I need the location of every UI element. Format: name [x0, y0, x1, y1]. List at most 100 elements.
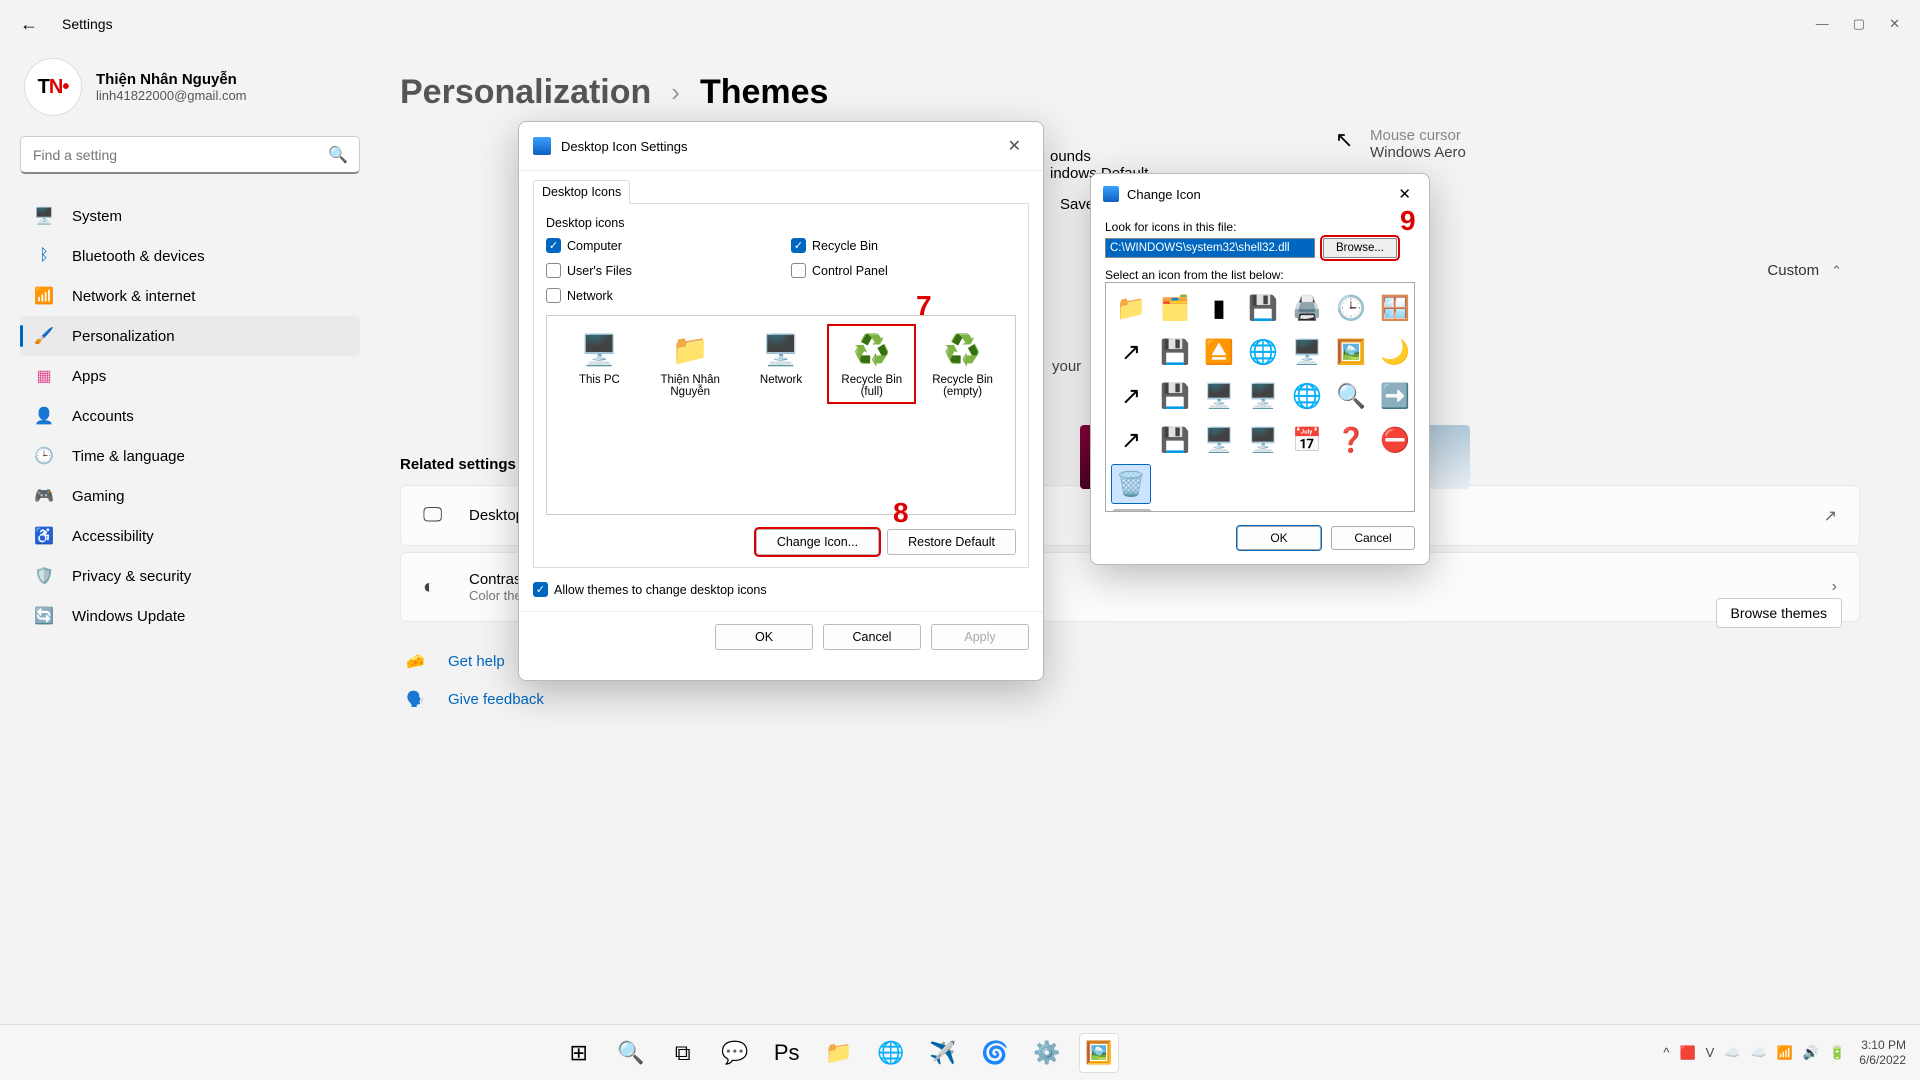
icon-option[interactable]: ▮ [1200, 289, 1238, 327]
icon-list[interactable]: 📁🗂️▮💾🖨️🕒🪟↗💾⏏️🌐🖥️🖼️🌙↗💾🖥️🖥️🌐🔍➡️↗💾🖥️🖥️📅❓⛔🗑️ [1105, 282, 1415, 512]
icon-option[interactable]: ❓ [1332, 421, 1370, 459]
sidebar-item-bluetooth-devices[interactable]: ᛒBluetooth & devices [20, 236, 360, 276]
restore-default-button[interactable]: Restore Default [887, 529, 1016, 555]
sidebar-item-windows-update[interactable]: 🔄Windows Update [20, 596, 360, 636]
taskbar-settings[interactable]: ⚙️ [1027, 1033, 1067, 1073]
icon-option[interactable]: 🌙 [1376, 333, 1414, 371]
mouse-cursor-item[interactable]: Mouse cursor Windows Aero [1370, 127, 1466, 161]
search-input[interactable] [20, 136, 360, 174]
close-icon[interactable]: ✕ [1392, 183, 1417, 205]
icon-option[interactable]: 💾 [1156, 377, 1194, 415]
icon-option[interactable]: ⏏️ [1200, 333, 1238, 371]
checkbox-recycle-bin[interactable]: ✓ [791, 238, 806, 253]
icon-option[interactable]: 🗑️ [1112, 465, 1150, 503]
user-profile[interactable]: TN• Thiện Nhân Nguyễn linh41822000@gmail… [20, 48, 360, 136]
icon-option[interactable]: 🌐 [1244, 333, 1282, 371]
sidebar-item-accessibility[interactable]: ♿Accessibility [20, 516, 360, 556]
tray-icon[interactable]: 📶 [1777, 1045, 1793, 1061]
icon-option[interactable]: ↗ [1112, 421, 1150, 459]
back-button[interactable]: ← [12, 6, 46, 43]
taskbar-chat[interactable]: 💬 [715, 1033, 755, 1073]
chevron-up-icon: ⌃ [1831, 263, 1842, 279]
icon-option[interactable]: 🕒 [1332, 289, 1370, 327]
taskbar-telegram[interactable]: ✈️ [923, 1033, 963, 1073]
apply-button[interactable]: Apply [931, 624, 1029, 650]
browse-button[interactable]: Browse... [1323, 238, 1397, 258]
clock[interactable]: 3:10 PM 6/6/2022 [1859, 1038, 1906, 1067]
checkbox-control-panel[interactable] [791, 263, 806, 278]
sidebar-item-accounts[interactable]: 👤Accounts [20, 396, 360, 436]
icon-preview-grid: 🖥️This PC📁Thiện Nhân Nguyễn🖥️Network♻️Re… [546, 315, 1016, 515]
sidebar-item-network-internet[interactable]: 📶Network & internet [20, 276, 360, 316]
icon-option[interactable]: 🪟 [1376, 289, 1414, 327]
give-feedback-link[interactable]: 🗣️ Give feedback [400, 680, 1860, 718]
checkbox-computer[interactable]: ✓ [546, 238, 561, 253]
taskbar-chrome[interactable]: 🌐 [871, 1033, 911, 1073]
close-icon[interactable]: ✕ [1000, 132, 1029, 160]
ok-button[interactable]: OK [715, 624, 813, 650]
sidebar-item-privacy-security[interactable]: 🛡️Privacy & security [20, 556, 360, 596]
change-icon-button[interactable]: Change Icon... [756, 529, 879, 555]
ok-button[interactable]: OK [1237, 526, 1321, 550]
cancel-button[interactable]: Cancel [823, 624, 921, 650]
sidebar-item-gaming[interactable]: 🎮Gaming [20, 476, 360, 516]
tray-icon[interactable]: 🔊 [1803, 1045, 1819, 1061]
checkbox-user-s-files[interactable] [546, 263, 561, 278]
tray-icon[interactable]: ☁️ [1751, 1045, 1767, 1061]
tray-icon[interactable]: ☁️ [1724, 1045, 1740, 1061]
desktop-icon-item[interactable]: ♻️Recycle Bin (full) [829, 326, 914, 402]
breadcrumb-parent[interactable]: Personalization [400, 73, 651, 112]
taskbar-photoshop[interactable]: Ps [767, 1033, 807, 1073]
icon-option[interactable]: 🔍 [1332, 377, 1370, 415]
icon-option[interactable]: ↗ [1112, 377, 1150, 415]
custom-expand[interactable]: Custom⌃ [1767, 262, 1842, 279]
taskbar-explorer[interactable]: 📁 [819, 1033, 859, 1073]
icon-glyph: 🖥️ [761, 330, 801, 370]
icon-option[interactable]: 🖥️ [1244, 421, 1282, 459]
minimize-button[interactable]: — [1816, 16, 1829, 32]
icon-option[interactable]: 💾 [1244, 289, 1282, 327]
sidebar-item-time-language[interactable]: 🕒Time & language [20, 436, 360, 476]
taskbar-search[interactable]: 🔍 [611, 1033, 651, 1073]
sidebar-item-personalization[interactable]: 🖌️Personalization [20, 316, 360, 356]
icon-option[interactable]: 💾 [1156, 421, 1194, 459]
checkbox-network[interactable] [546, 288, 561, 303]
scrollbar-thumb[interactable] [1112, 509, 1152, 512]
allow-themes-checkbox[interactable]: ✓ [533, 582, 548, 597]
icon-option[interactable]: 🖼️ [1332, 333, 1370, 371]
sidebar-item-system[interactable]: 🖥️System [20, 196, 360, 236]
maximize-button[interactable]: ▢ [1853, 16, 1865, 32]
icon-option[interactable]: 📅 [1288, 421, 1326, 459]
icon-option[interactable]: 🖥️ [1200, 421, 1238, 459]
icon-option[interactable]: ⛔ [1376, 421, 1414, 459]
taskbar-app[interactable]: 🖼️ [1079, 1033, 1119, 1073]
close-button[interactable]: ✕ [1889, 16, 1900, 32]
icon-option[interactable]: 🖨️ [1288, 289, 1326, 327]
tray-icon[interactable]: 🟥 [1679, 1045, 1695, 1061]
desktop-icon-item[interactable]: 📁Thiện Nhân Nguyễn [648, 326, 733, 402]
icon-option[interactable]: 💾 [1156, 333, 1194, 371]
breadcrumb-current: Themes [700, 73, 829, 112]
tray-icon[interactable]: 🔋 [1829, 1045, 1845, 1061]
icon-option[interactable]: 🖥️ [1288, 333, 1326, 371]
icon-option[interactable]: 🖥️ [1200, 377, 1238, 415]
desktop-icon-item[interactable]: ♻️Recycle Bin (empty) [920, 326, 1005, 402]
icon-option[interactable]: ➡️ [1376, 377, 1414, 415]
desktop-icon-item[interactable]: 🖥️Network [739, 326, 824, 390]
cancel-button[interactable]: Cancel [1331, 526, 1415, 550]
tray-icon[interactable]: V [1706, 1045, 1715, 1060]
icon-option[interactable]: 🗂️ [1156, 289, 1194, 327]
taskbar-start[interactable]: ⊞ [559, 1033, 599, 1073]
icon-option[interactable]: 📁 [1112, 289, 1150, 327]
icon-option[interactable]: ↗ [1112, 333, 1150, 371]
icon-file-path-input[interactable] [1105, 238, 1315, 258]
tab-desktop-icons[interactable]: Desktop Icons [533, 180, 630, 204]
desktop-icon-item[interactable]: 🖥️This PC [557, 326, 642, 390]
browse-themes-button[interactable]: Browse themes [1716, 598, 1842, 628]
sidebar-item-apps[interactable]: ▦Apps [20, 356, 360, 396]
taskbar-edge[interactable]: 🌀 [975, 1033, 1015, 1073]
icon-option[interactable]: 🌐 [1288, 377, 1326, 415]
tray-icon[interactable]: ^ [1663, 1045, 1669, 1060]
icon-option[interactable]: 🖥️ [1244, 377, 1282, 415]
taskbar-taskview[interactable]: ⧉ [663, 1033, 703, 1073]
